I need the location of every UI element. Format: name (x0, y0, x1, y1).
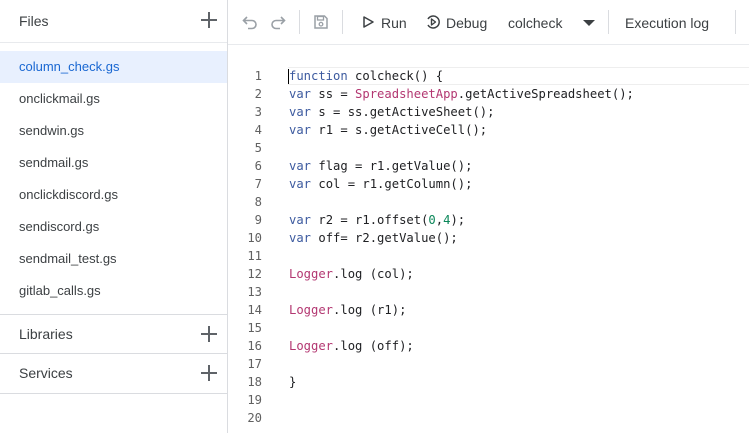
code-line: 13 (229, 283, 749, 301)
line-number: 6 (254, 159, 262, 173)
code-line: 4 var r1 = s.getActiveCell(); (229, 121, 749, 139)
toolbar-separator (608, 10, 609, 34)
file-item[interactable]: gitlab_calls.gs (0, 275, 227, 307)
add-library-plus-icon[interactable] (201, 326, 217, 342)
file-item[interactable]: onclickmail.gs (0, 83, 227, 115)
line-number: 16 (247, 339, 262, 353)
code-line: 10 var off= r2.getValue(); (229, 229, 749, 247)
code-line: 11 (229, 247, 749, 265)
play-icon (363, 16, 374, 28)
toolbar-separator (342, 10, 343, 34)
run-label: Run (381, 15, 407, 31)
file-item[interactable]: sendmail_test.gs (0, 243, 227, 275)
code-line: 12 Logger.log (col); (229, 265, 749, 283)
line-code: } (289, 375, 297, 389)
line-number: 1 (254, 69, 262, 83)
toolbar-separator (299, 10, 300, 34)
line-code: function colcheck() { (289, 69, 444, 83)
file-sidebar: Files column_check.gs onclickmail.gs sendw… (0, 0, 228, 433)
services-section: Services (0, 353, 227, 394)
code-line: 18} (229, 373, 749, 391)
code-line: 20 (229, 409, 749, 427)
redo-icon[interactable] (270, 14, 286, 30)
code-line: 14 Logger.log (r1); (229, 301, 749, 319)
line-code: var r1 = s.getActiveCell(); (289, 123, 488, 137)
toolbar-separator (735, 10, 736, 34)
line-number: 14 (247, 303, 262, 317)
file-item[interactable]: onclickdiscord.gs (0, 179, 227, 211)
line-number: 12 (247, 267, 262, 281)
code-editor[interactable]: 1 function colcheck() { 2 var ss = Spreadsh… (229, 45, 749, 433)
file-item[interactable]: sendwin.gs (0, 115, 227, 147)
line-number: 15 (247, 321, 262, 335)
execution-log-button[interactable]: Execution log (625, 15, 709, 31)
line-code: var r2 = r1.offset(0,4); (289, 213, 466, 227)
code-line: 2 var ss = SpreadsheetApp.getActiveSpread… (229, 85, 749, 103)
dropdown-arrow-icon (583, 20, 595, 26)
line-number: 8 (254, 195, 262, 209)
line-code: Logger.log (off); (289, 339, 414, 353)
debug-label: Debug (446, 15, 488, 31)
editor-toolbar: Run Debug colcheck Execution log (228, 0, 749, 45)
function-select-value: colcheck (508, 15, 563, 31)
file-item[interactable]: sendmail.gs (0, 147, 227, 179)
files-title: Files (19, 13, 49, 29)
code-line: 3 var s = ss.getActiveSheet(); (229, 103, 749, 121)
file-item[interactable]: sendiscord.gs (0, 211, 227, 243)
libraries-title: Libraries (19, 326, 73, 342)
line-number: 20 (247, 411, 262, 425)
code-line: 15 (229, 319, 749, 337)
line-code: var off= r2.getValue(); (289, 231, 458, 245)
code-line: 16 Logger.log (off); (229, 337, 749, 355)
files-header: Files (0, 0, 227, 43)
line-code: var s = ss.getActiveSheet(); (289, 105, 495, 119)
line-number: 11 (247, 249, 262, 263)
libraries-section: Libraries (0, 314, 227, 354)
line-number: 2 (254, 87, 262, 101)
undo-icon[interactable] (242, 14, 258, 30)
code-line: 19 (229, 391, 749, 409)
code-line: 5 (229, 139, 749, 157)
line-number: 17 (247, 357, 262, 371)
line-code: var ss = SpreadsheetApp.getActiveSpreads… (289, 87, 634, 101)
line-number: 3 (254, 105, 262, 119)
code-line: 8 (229, 193, 749, 211)
line-number: 9 (254, 213, 262, 227)
file-list: column_check.gs onclickmail.gs sendwin.gs s… (0, 51, 227, 307)
line-number: 4 (254, 123, 262, 137)
add-file-plus-icon[interactable] (201, 12, 217, 28)
save-icon[interactable] (313, 14, 329, 30)
line-code: var flag = r1.getValue(); (289, 159, 473, 173)
code-line: 7 var col = r1.getColumn(); (229, 175, 749, 193)
code-line: 17 (229, 355, 749, 373)
line-number: 19 (247, 393, 262, 407)
debug-icon (427, 15, 440, 29)
line-code: Logger.log (r1); (289, 303, 407, 317)
line-number: 10 (247, 231, 262, 245)
add-service-plus-icon[interactable] (201, 365, 217, 381)
code-line: 9 var r2 = r1.offset(0,4); (229, 211, 749, 229)
code-line: 6 var flag = r1.getValue(); (229, 157, 749, 175)
line-code: var col = r1.getColumn(); (289, 177, 473, 191)
line-number: 7 (254, 177, 262, 191)
code-line: 1 function colcheck() { (229, 67, 749, 85)
line-number: 13 (247, 285, 262, 299)
line-number: 18 (247, 375, 262, 389)
services-title: Services (19, 365, 73, 381)
line-number: 5 (254, 141, 262, 155)
line-code: Logger.log (col); (289, 267, 414, 281)
file-item[interactable]: column_check.gs (0, 51, 227, 83)
